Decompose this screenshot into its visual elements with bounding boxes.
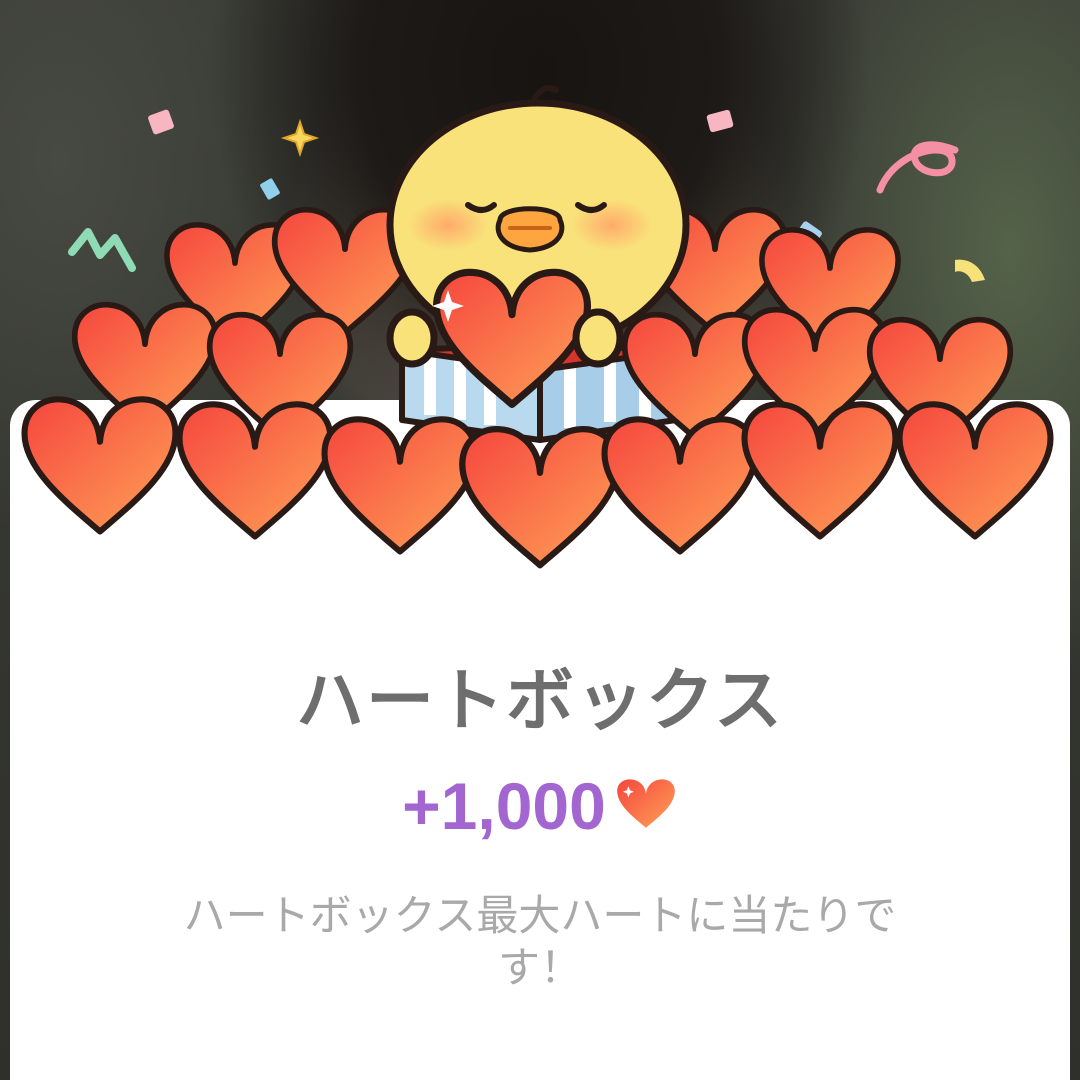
reward-dialog-content: ハートボックス +1,000 ハートボックス最大ハートに当たりです！ <box>0 0 1080 1080</box>
heart-icon <box>617 779 675 828</box>
reward-message: ハートボックス最大ハートに当たりです！ <box>183 891 897 992</box>
reward-row: +1,000 <box>0 768 1080 844</box>
dialog-title: ハートボックス <box>296 662 784 741</box>
reward-amount: +1,000 <box>402 769 606 843</box>
